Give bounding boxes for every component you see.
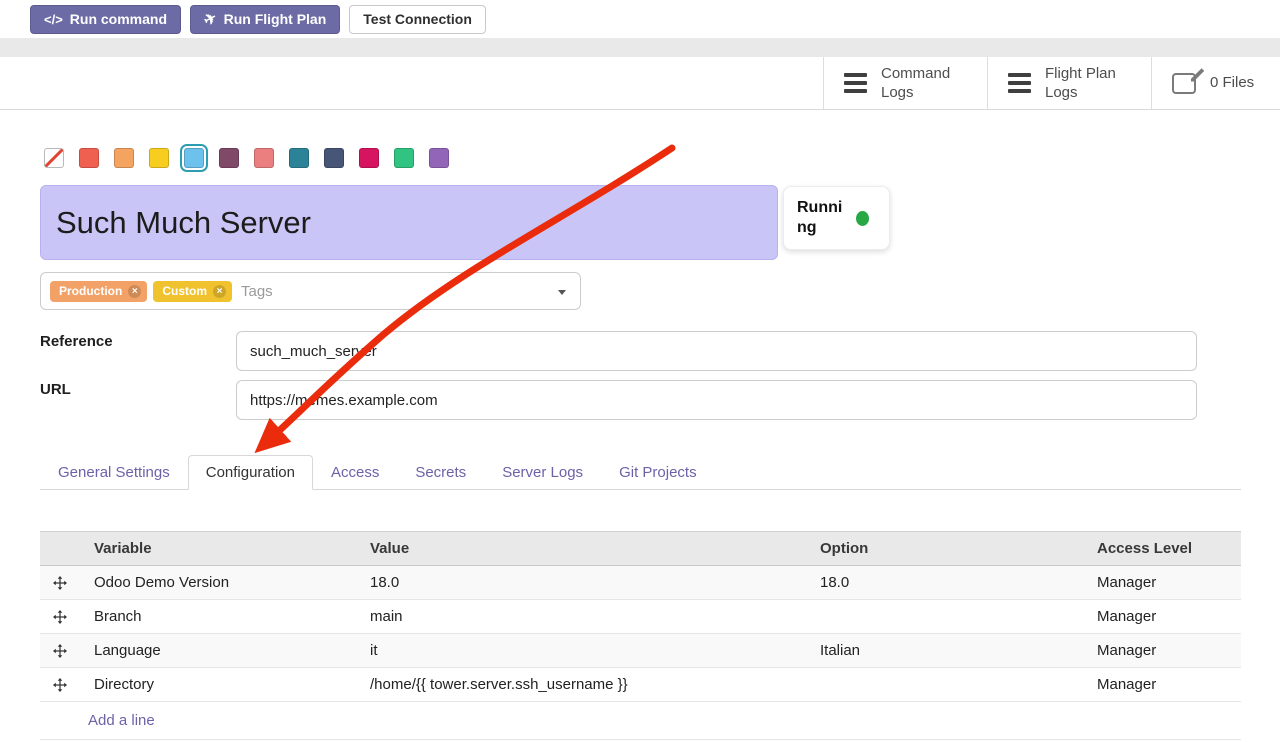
flight-plan-logs-button[interactable]: Flight Plan Logs <box>987 57 1151 109</box>
run-flight-plan-label: Run Flight Plan <box>224 11 327 27</box>
tab-secrets[interactable]: Secrets <box>397 455 484 490</box>
cell-value[interactable]: 18.0 <box>356 566 806 599</box>
move-icon <box>53 610 67 624</box>
stat-button-group: Command Logs Flight Plan Logs 0 Files <box>823 57 1280 109</box>
cell-access[interactable]: Manager <box>1083 600 1241 633</box>
config-table-body: Odoo Demo Version 18.0 18.0 Manager Bran… <box>40 566 1241 702</box>
table-header-row: Variable Value Option Access Level <box>40 531 1241 566</box>
tag-remove-icon[interactable]: × <box>128 285 141 298</box>
color-swatch[interactable] <box>324 148 344 168</box>
tag-label: Production <box>59 284 122 298</box>
files-word: Files <box>1223 74 1255 91</box>
table-row: Odoo Demo Version 18.0 18.0 Manager <box>40 566 1241 600</box>
cell-value[interactable]: it <box>356 634 806 667</box>
files-label: 0 Files <box>1210 73 1260 93</box>
drag-handle[interactable] <box>40 566 80 599</box>
header-access-level: Access Level <box>1083 532 1241 565</box>
tab-bar: General SettingsConfigurationAccessSecre… <box>40 455 1241 490</box>
cell-access[interactable]: Manager <box>1083 668 1241 701</box>
server-form-screen: </> Run command ✈ Run Flight Plan Test C… <box>0 0 1280 742</box>
server-name-input[interactable]: Such Much Server <box>40 185 778 260</box>
command-logs-label: Command Logs <box>881 64 967 103</box>
files-count: 0 <box>1210 74 1218 91</box>
status-label: Running <box>797 198 847 238</box>
add-line-link[interactable]: Add a line <box>40 702 1241 740</box>
list-icon <box>844 73 867 93</box>
code-icon: </> <box>44 12 63 27</box>
files-button[interactable]: 0 Files <box>1151 57 1280 109</box>
color-swatch[interactable] <box>184 148 204 168</box>
tab-general-settings[interactable]: General Settings <box>40 455 188 490</box>
cell-variable[interactable]: Branch <box>80 600 356 633</box>
test-connection-button[interactable]: Test Connection <box>349 5 486 34</box>
cell-variable[interactable]: Directory <box>80 668 356 701</box>
color-swatch[interactable] <box>149 148 169 168</box>
color-swatch[interactable] <box>79 148 99 168</box>
drag-handle[interactable] <box>40 668 80 701</box>
cell-variable[interactable]: Language <box>80 634 356 667</box>
separator-strip <box>0 38 1280 57</box>
tag-custom: Custom × <box>153 281 232 302</box>
tags-input[interactable]: Production × Custom × Tags <box>40 272 581 310</box>
command-logs-button[interactable]: Command Logs <box>823 57 987 109</box>
flight-plan-logs-label: Flight Plan Logs <box>1045 64 1131 103</box>
no-color-swatch[interactable] <box>44 148 64 168</box>
color-swatch[interactable] <box>219 148 239 168</box>
color-swatch[interactable] <box>254 148 274 168</box>
cell-value[interactable]: main <box>356 600 806 633</box>
drag-handle[interactable] <box>40 600 80 633</box>
cell-variable[interactable]: Odoo Demo Version <box>80 566 356 599</box>
tab-configuration[interactable]: Configuration <box>188 455 313 490</box>
cell-option[interactable] <box>806 668 1083 701</box>
cell-option[interactable]: 18.0 <box>806 566 1083 599</box>
table-row: Directory /home/{{ tower.server.ssh_user… <box>40 668 1241 702</box>
tag-remove-icon[interactable]: × <box>213 285 226 298</box>
header-option: Option <box>806 532 1083 565</box>
edit-file-icon <box>1172 73 1196 94</box>
url-input[interactable]: https://memes.example.com <box>236 380 1197 420</box>
url-label: URL <box>40 381 71 398</box>
tab-access[interactable]: Access <box>313 455 397 490</box>
cell-option[interactable] <box>806 600 1083 633</box>
tag-production: Production × <box>50 281 147 302</box>
color-swatch[interactable] <box>359 148 379 168</box>
table-row: Language it Italian Manager <box>40 634 1241 668</box>
run-command-button[interactable]: </> Run command <box>30 5 181 34</box>
header-handle-col <box>40 532 80 565</box>
color-swatch[interactable] <box>289 148 309 168</box>
top-toolbar: </> Run command ✈ Run Flight Plan Test C… <box>0 0 1280 38</box>
tab-server-logs[interactable]: Server Logs <box>484 455 601 490</box>
status-dot <box>856 211 869 226</box>
tag-label: Custom <box>162 284 207 298</box>
tag-list: Production × Custom × <box>50 281 232 302</box>
header-variable: Variable <box>80 532 356 565</box>
move-icon <box>53 678 67 692</box>
dropdown-caret-icon[interactable] <box>558 290 566 295</box>
color-swatch[interactable] <box>394 148 414 168</box>
color-palette <box>44 148 449 168</box>
cell-option[interactable]: Italian <box>806 634 1083 667</box>
tags-placeholder: Tags <box>241 283 273 300</box>
form-header-bar: Command Logs Flight Plan Logs 0 Files <box>0 57 1280 110</box>
cell-access[interactable]: Manager <box>1083 566 1241 599</box>
test-connection-label: Test Connection <box>363 11 472 27</box>
color-swatch[interactable] <box>114 148 134 168</box>
header-value: Value <box>356 532 806 565</box>
status-card[interactable]: Running <box>783 186 890 250</box>
list-icon <box>1008 73 1031 93</box>
cell-access[interactable]: Manager <box>1083 634 1241 667</box>
config-table: Variable Value Option Access Level Odoo … <box>40 531 1241 740</box>
move-icon <box>53 576 67 590</box>
run-command-label: Run command <box>70 11 167 27</box>
run-flight-plan-button[interactable]: ✈ Run Flight Plan <box>190 5 340 34</box>
reference-label: Reference <box>40 333 113 350</box>
table-row: Branch main Manager <box>40 600 1241 634</box>
cell-value[interactable]: /home/{{ tower.server.ssh_username }} <box>356 668 806 701</box>
tab-git-projects[interactable]: Git Projects <box>601 455 715 490</box>
move-icon <box>53 644 67 658</box>
drag-handle[interactable] <box>40 634 80 667</box>
reference-input[interactable]: such_much_server <box>236 331 1197 371</box>
color-swatch[interactable] <box>429 148 449 168</box>
paper-plane-icon: ✈ <box>201 8 221 30</box>
